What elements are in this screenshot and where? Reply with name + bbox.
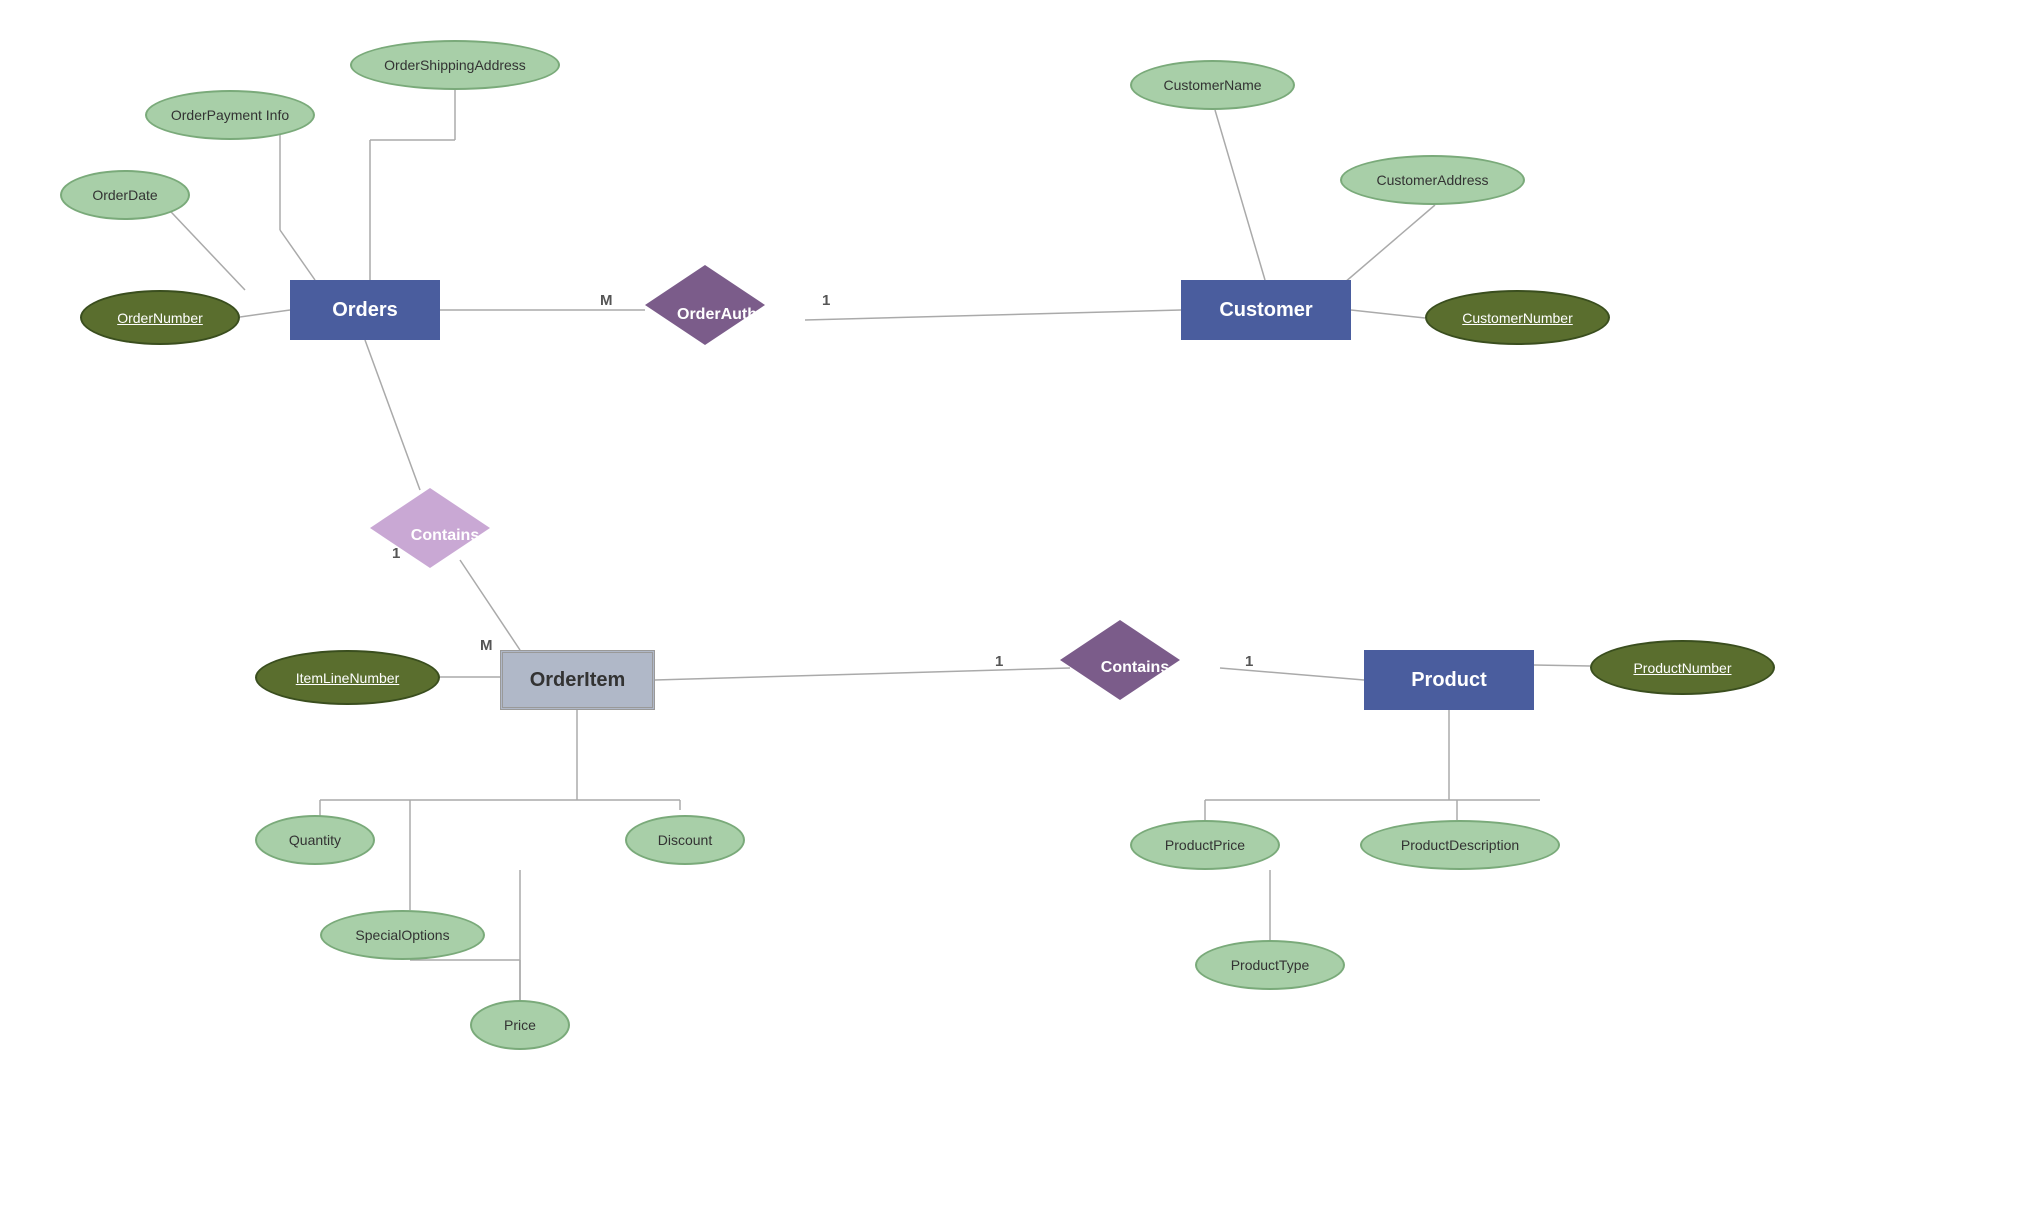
attr-productnumber: ProductNumber	[1590, 640, 1775, 695]
attr-ordernumber: OrderNumber	[80, 290, 240, 345]
relationship-orderauthor: OrderAuthor	[645, 265, 805, 365]
relationship-contains1: Contains	[370, 488, 520, 584]
attr-quantity: Quantity	[255, 815, 375, 865]
attr-price: Price	[470, 1000, 570, 1050]
entity-product: Product	[1364, 650, 1534, 710]
entity-orderitem: OrderItem	[500, 650, 655, 710]
attr-orderdate: OrderDate	[60, 170, 190, 220]
attr-producttype: ProductType	[1195, 940, 1345, 990]
diamond-orderauthor	[645, 265, 765, 345]
card-m-contains1-bottom: M	[480, 637, 493, 654]
card-1-contains1-top: 1	[392, 545, 400, 562]
card-1-contains2-left: 1	[995, 653, 1003, 670]
connector-lines	[0, 0, 2036, 1216]
entity-customer: Customer	[1181, 280, 1351, 340]
card-1-contains2-right: 1	[1245, 653, 1253, 670]
attr-customeraddress: CustomerAddress	[1340, 155, 1525, 205]
attr-productdesc: ProductDescription	[1360, 820, 1560, 870]
er-diagram: Orders Customer Product OrderItem OrderA…	[0, 0, 2036, 1216]
attr-specialoptions: SpecialOptions	[320, 910, 485, 960]
attr-itemlinenumber: ItemLineNumber	[255, 650, 440, 705]
card-1-orderauthor: 1	[822, 292, 830, 309]
diamond-contains1	[370, 488, 490, 568]
attr-productprice: ProductPrice	[1130, 820, 1280, 870]
attr-customernumber: CustomerNumber	[1425, 290, 1610, 345]
attr-ordershipping: OrderShippingAddress	[350, 40, 560, 90]
relationship-contains2: Contains	[1060, 620, 1210, 716]
diamond-contains2	[1060, 620, 1180, 700]
card-m-orderauthor: M	[600, 292, 613, 309]
attr-orderpayment: OrderPayment Info	[145, 90, 315, 140]
attr-customername: CustomerName	[1130, 60, 1295, 110]
attr-discount: Discount	[625, 815, 745, 865]
entity-orders: Orders	[290, 280, 440, 340]
